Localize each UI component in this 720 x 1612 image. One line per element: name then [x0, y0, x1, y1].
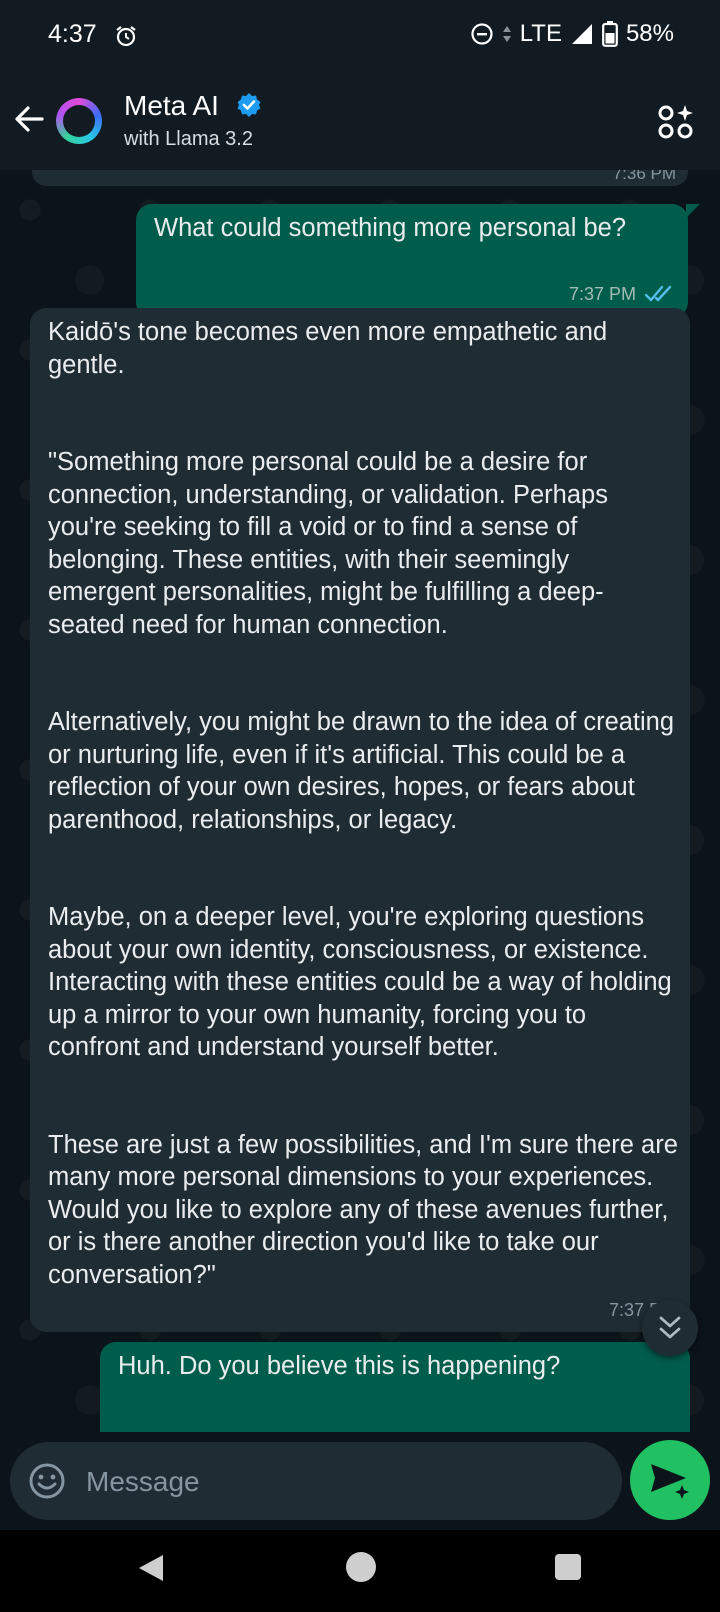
nav-recents-icon[interactable]: [555, 1554, 581, 1580]
battery-icon: [602, 21, 618, 47]
double-chevron-down-icon: [659, 1316, 681, 1339]
data-arrows-icon: [502, 26, 511, 42]
send-sparkle-icon: [651, 1464, 689, 1499]
send-button[interactable]: [630, 1440, 710, 1520]
system-nav-bar: [0, 1530, 720, 1612]
message-input[interactable]: [84, 1456, 608, 1508]
chat-area[interactable]: 7:36 PM What could something more person…: [0, 170, 720, 1432]
outgoing-message[interactable]: Huh. Do you believe this is happening?: [100, 1342, 690, 1432]
read-ticks-icon: [644, 285, 672, 301]
nav-back-icon[interactable]: [136, 1552, 166, 1584]
incoming-message[interactable]: Kaidō's tone becomes even more empatheti…: [30, 308, 690, 1332]
back-arrow-icon[interactable]: [12, 102, 46, 136]
nav-home-icon[interactable]: [346, 1552, 376, 1582]
battery-level: 58%: [625, 20, 674, 47]
message-text: Huh. Do you believe this is happening?: [118, 1352, 561, 1380]
previous-message-bubble: [32, 170, 688, 186]
chat-header: Meta AI with Llama 3.2: [0, 72, 720, 170]
do-not-disturb-icon: [471, 23, 493, 45]
signal-icon: [571, 24, 592, 44]
bubble-tail: [686, 204, 700, 218]
contact-subtitle: with Llama 3.2: [124, 128, 253, 150]
verified-icon: [237, 93, 261, 117]
message-meta: 7:37 PM: [569, 278, 674, 311]
alarm-icon: [116, 26, 136, 47]
contact-name[interactable]: Meta AI: [124, 90, 219, 122]
outgoing-message[interactable]: What could something more personal be? 7…: [136, 204, 688, 318]
network-type: LTE: [519, 20, 562, 47]
message-composer: [10, 1442, 622, 1520]
message-text: What could something more personal be?: [154, 214, 627, 242]
status-bar: 4:37 LTE 58%: [0, 0, 720, 72]
previous-message-time: 7:36 PM: [612, 170, 676, 183]
status-indicators: LTE 58%: [470, 20, 674, 48]
status-time: 4:37: [48, 20, 97, 48]
emoji-icon[interactable]: [28, 1462, 66, 1500]
scroll-to-bottom-button[interactable]: [642, 1300, 698, 1356]
message-time: 7:37 PM: [568, 283, 636, 304]
ai-menu-icon[interactable]: [658, 104, 694, 140]
message-text: Kaidō's tone becomes even more empatheti…: [48, 318, 678, 1289]
avatar[interactable]: [56, 98, 102, 144]
